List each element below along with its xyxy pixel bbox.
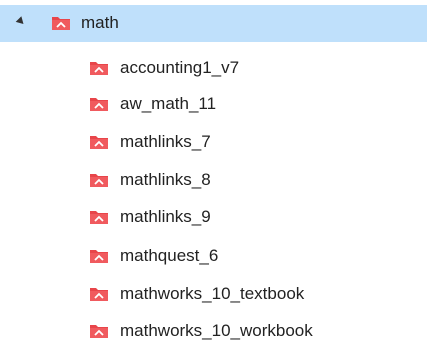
tree-node[interactable]: mathworks_10_textbook	[0, 276, 427, 312]
tree-node-label: mathlinks_9	[120, 207, 211, 226]
folder-icon	[89, 323, 109, 339]
expand-toggle-icon[interactable]	[15, 16, 27, 27]
tree-node-label: math	[81, 13, 119, 32]
tree-node[interactable]: mathquest_6	[0, 238, 427, 274]
folder-icon	[89, 248, 109, 264]
tree-node-label: mathworks_10_workbook	[120, 321, 313, 340]
folder-icon	[89, 209, 109, 225]
tree-node[interactable]: aw_math_11	[0, 86, 427, 122]
file-tree: math accounting1_v7 aw_math_11 mathlinks…	[0, 0, 427, 352]
tree-node[interactable]: mathlinks_7	[0, 124, 427, 160]
folder-icon	[89, 286, 109, 302]
tree-node[interactable]: mathlinks_8	[0, 162, 427, 198]
tree-node-label: mathlinks_7	[120, 132, 211, 151]
tree-node[interactable]: accounting1_v7	[0, 50, 427, 86]
tree-node-label: aw_math_11	[120, 94, 217, 113]
folder-icon	[51, 15, 71, 31]
tree-node-label: mathworks_10_textbook	[120, 284, 305, 303]
folder-icon	[89, 60, 109, 76]
tree-node[interactable]: mathlinks_9	[0, 199, 427, 235]
tree-node-label: accounting1_v7	[120, 58, 240, 77]
tree-node-label: mathquest_6	[120, 246, 219, 265]
tree-node-label: mathlinks_8	[120, 170, 211, 189]
tree-node[interactable]: mathworks_10_workbook	[0, 313, 427, 349]
tree-node-math[interactable]: math	[0, 5, 427, 42]
folder-icon	[89, 96, 109, 112]
folder-icon	[89, 134, 109, 150]
folder-icon	[89, 172, 109, 188]
